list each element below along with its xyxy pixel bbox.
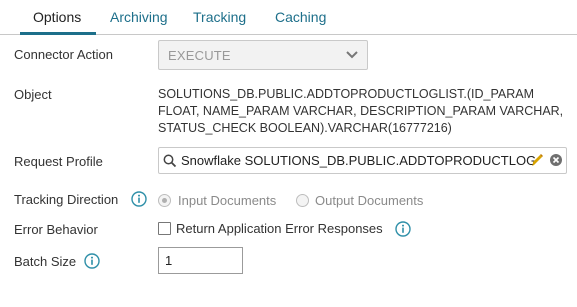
- clear-icon[interactable]: [549, 153, 563, 167]
- tab-tracking[interactable]: Tracking: [193, 9, 246, 25]
- return-error-responses-label: Return Application Error Responses: [176, 221, 383, 236]
- tab-archiving[interactable]: Archiving: [110, 9, 168, 25]
- tab-options[interactable]: Options: [33, 9, 81, 25]
- connector-action-select[interactable]: EXECUTE: [158, 40, 368, 70]
- info-icon[interactable]: [131, 191, 147, 207]
- error-behavior-label: Error Behavior: [14, 222, 98, 237]
- connector-operation-panel: Options Archiving Tracking Caching Conne…: [0, 0, 577, 307]
- request-profile-value: Snowflake SOLUTIONS_DB.PUBLIC.ADDTOPRODU…: [181, 153, 537, 168]
- request-profile-field[interactable]: Snowflake SOLUTIONS_DB.PUBLIC.ADDTOPRODU…: [158, 147, 567, 174]
- input-documents-label: Input Documents: [178, 193, 277, 208]
- batch-size-label: Batch Size: [14, 254, 77, 269]
- object-label: Object: [14, 87, 52, 102]
- request-profile-label: Request Profile: [14, 154, 103, 169]
- output-documents-label: Output Documents: [315, 193, 424, 208]
- info-icon[interactable]: [395, 221, 411, 237]
- object-value: SOLUTIONS_DB.PUBLIC.ADDTOPRODUCTLOGLIST.…: [158, 86, 564, 137]
- pencil-icon[interactable]: [530, 153, 544, 167]
- output-documents-radio[interactable]: [296, 194, 309, 207]
- tab-bar: Options Archiving Tracking Caching: [0, 0, 577, 35]
- active-tab-indicator: [20, 32, 96, 35]
- object-line: STATUS_CHECK BOOLEAN).VARCHAR(16777216): [158, 121, 452, 135]
- search-icon[interactable]: [163, 154, 177, 168]
- connector-action-label: Connector Action: [14, 47, 114, 62]
- info-icon[interactable]: [84, 253, 100, 269]
- batch-size-input[interactable]: 1: [158, 247, 243, 274]
- object-line: SOLUTIONS_DB.PUBLIC.ADDTOPRODUCTLOGLIST.…: [158, 87, 535, 101]
- object-line: FLOAT, NAME_PARAM VARCHAR, DESCRIPTION_P…: [158, 104, 564, 118]
- input-documents-radio[interactable]: [158, 194, 171, 207]
- chevron-down-icon: [346, 51, 358, 59]
- tab-caching[interactable]: Caching: [275, 9, 326, 25]
- return-error-responses-checkbox[interactable]: [158, 222, 171, 235]
- connector-action-value: EXECUTE: [168, 48, 231, 63]
- tracking-direction-label: Tracking Direction: [14, 192, 119, 207]
